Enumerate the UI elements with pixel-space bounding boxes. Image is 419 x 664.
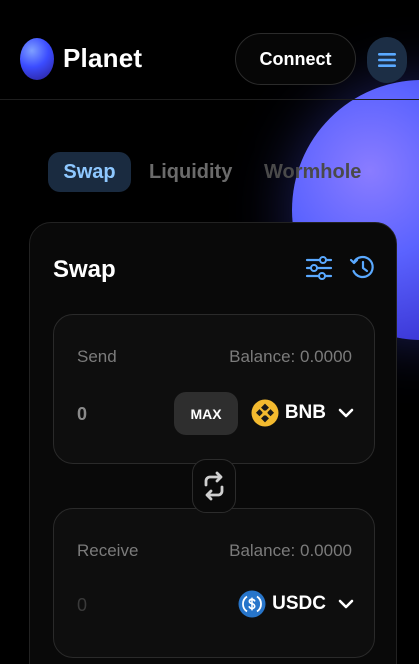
- send-balance: Balance: 0.0000: [229, 347, 352, 366]
- menu-button[interactable]: [367, 37, 407, 83]
- settings-button[interactable]: [304, 253, 334, 283]
- send-token-select[interactable]: BNB: [251, 393, 354, 433]
- connect-button[interactable]: Connect: [235, 33, 356, 85]
- tab-wormhole[interactable]: Wormhole: [264, 152, 361, 192]
- top-bar: Planet Connect: [0, 0, 419, 100]
- send-amount-input[interactable]: 0: [77, 404, 87, 425]
- settings-sliders-icon: [305, 256, 333, 280]
- swap-card: Swap Send Balance: 0.0000 0 MAX BNB Rece…: [29, 222, 397, 664]
- receive-token-name: USDC: [272, 593, 326, 614]
- send-label: Send: [77, 347, 117, 366]
- history-icon: [349, 255, 374, 279]
- send-token-name: BNB: [284, 402, 326, 423]
- switch-direction-button[interactable]: [192, 459, 236, 513]
- bnb-icon: [251, 399, 279, 427]
- tab-swap[interactable]: Swap: [48, 152, 131, 192]
- page: Planet Connect Swap Liquidity Wormhole S…: [0, 0, 419, 664]
- receive-panel: Receive Balance: 0.0000 0 USDC: [53, 508, 375, 658]
- planet-logo-icon: [20, 38, 54, 80]
- chevron-down-icon: [338, 598, 354, 610]
- card-title: Swap: [53, 256, 116, 283]
- usdc-icon: [238, 590, 266, 618]
- menu-icon: [378, 53, 396, 67]
- send-panel: Send Balance: 0.0000 0 MAX BNB: [53, 314, 375, 464]
- receive-label: Receive: [77, 541, 139, 560]
- brand-name: Planet: [63, 43, 143, 73]
- tab-liquidity[interactable]: Liquidity: [149, 152, 232, 192]
- history-button[interactable]: [348, 253, 378, 283]
- receive-token-select[interactable]: USDC: [238, 584, 354, 624]
- max-button[interactable]: MAX: [174, 392, 238, 435]
- chevron-down-icon: [338, 407, 354, 419]
- swap-arrows-icon: [204, 471, 224, 501]
- receive-balance: Balance: 0.0000: [229, 541, 352, 560]
- receive-amount-input[interactable]: 0: [77, 595, 87, 616]
